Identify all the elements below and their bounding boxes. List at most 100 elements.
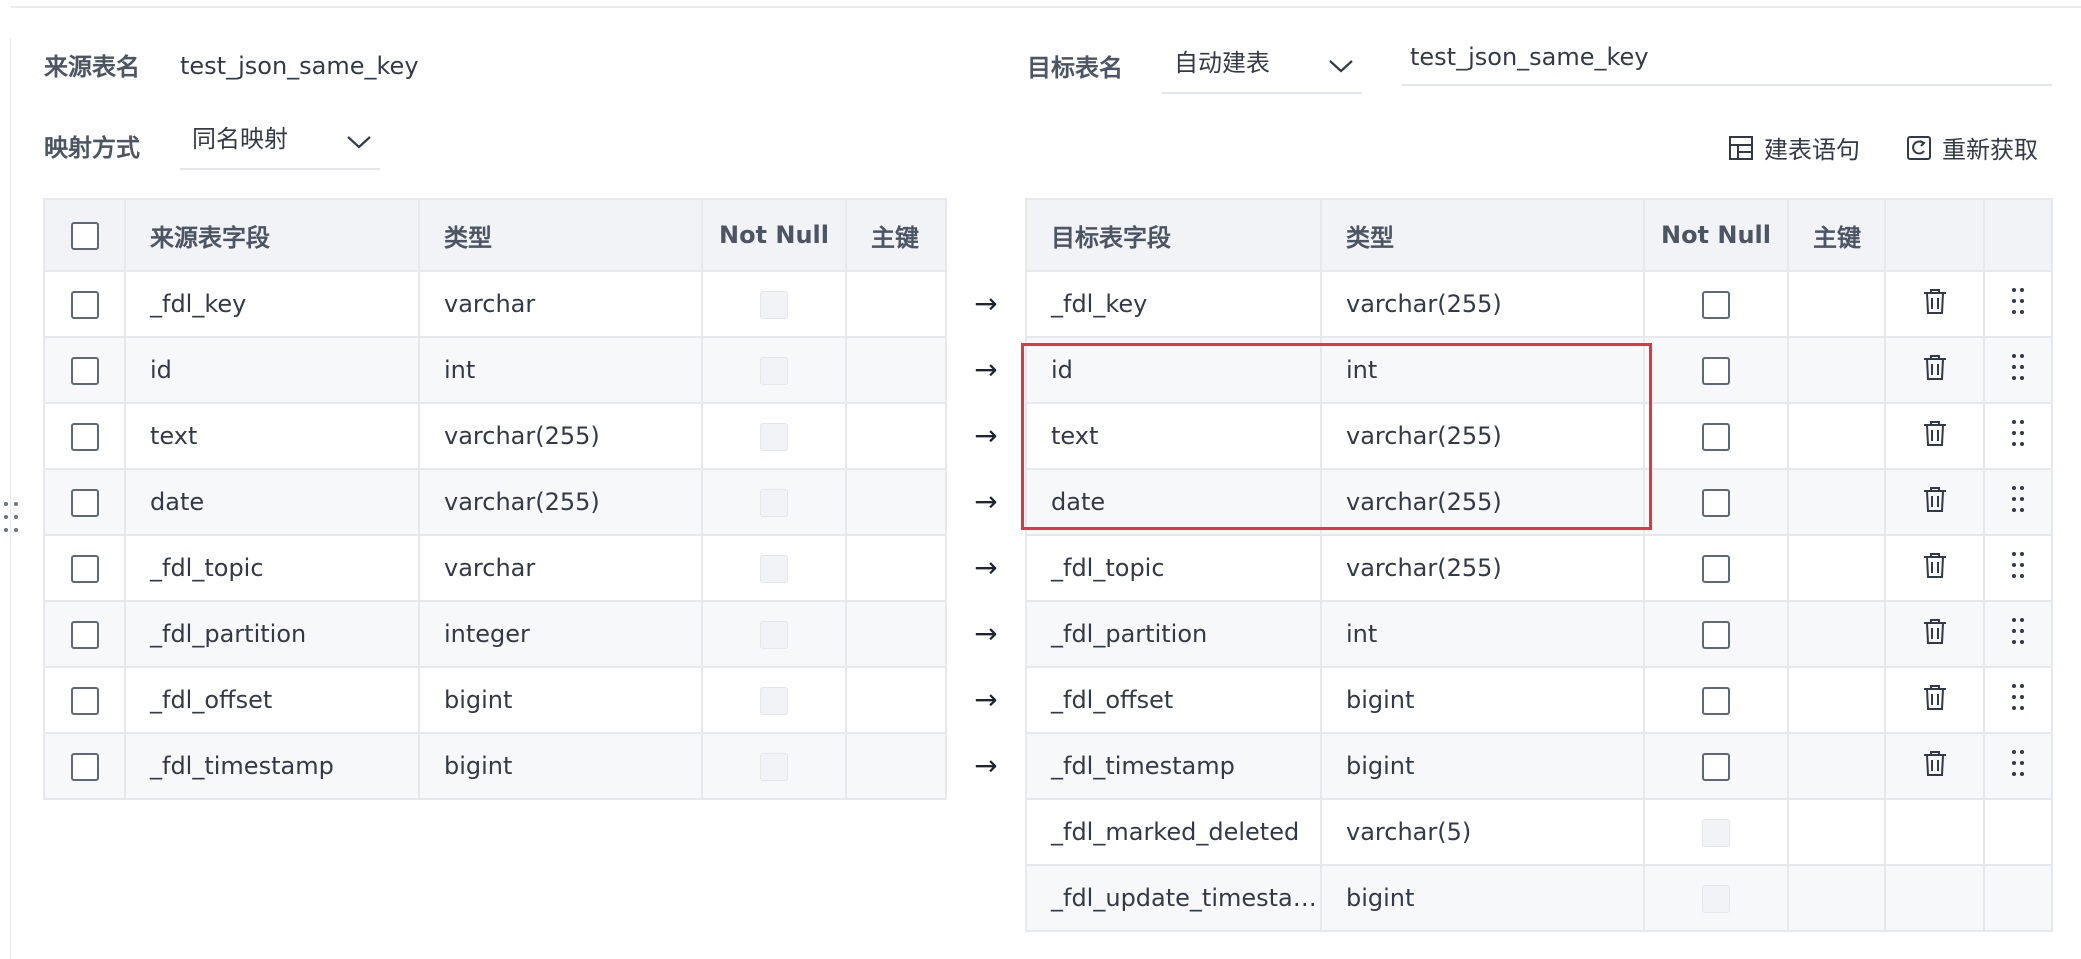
mapping-mode-select[interactable]: 同名映射 [180,116,380,170]
drag-cell [1983,732,2053,800]
select-all-cell [43,198,126,272]
pk-cell [1787,270,1886,338]
refresh-icon [1907,135,1931,160]
row-select-cell [43,270,126,338]
row-select-cell [43,468,126,536]
source-field-name: date [124,468,420,536]
target-field-type[interactable]: int [1320,600,1645,668]
row-select-checkbox[interactable] [70,290,99,319]
not-null-checkbox[interactable] [1702,422,1730,451]
source-not-null-header: Not Null [701,198,847,272]
not-null-checkbox[interactable] [1702,752,1730,781]
target-field-type: varchar(5) [1320,798,1645,866]
row-select-checkbox[interactable] [70,554,99,583]
pk-cell [845,402,947,470]
chevron-down-icon [347,136,371,149]
row-select-checkbox[interactable] [70,356,99,385]
trash-icon[interactable] [1922,751,1948,783]
target-table-name: test_json_same_key [1410,43,1649,71]
target-field-name: id [1025,336,1322,404]
target-mode-select[interactable]: 自动建表 [1162,40,1362,94]
target-field-type[interactable]: varchar(255) [1320,402,1645,470]
row-select-cell [43,534,126,602]
drag-handle-icon[interactable] [2011,486,2025,520]
mapping-arrow-icon: → [974,551,998,584]
target-field-type[interactable]: varchar(255) [1320,468,1645,536]
not-null-cell [1643,666,1789,734]
pk-cell [845,534,947,602]
trash-icon[interactable] [1922,421,1948,453]
target-field-type[interactable]: int [1320,336,1645,404]
target-field-type[interactable]: varchar(255) [1320,270,1645,338]
table-row: _fdl_partition integer [43,600,947,668]
drag-cell [1983,666,2053,734]
not-null-checkbox[interactable] [1702,488,1730,517]
resize-handle-icon[interactable] [2,500,20,534]
not-null-checkbox-disabled [1702,818,1730,847]
delete-cell [1884,534,1985,602]
not-null-cell [1643,732,1789,800]
trash-icon[interactable] [1922,289,1948,321]
trash-icon[interactable] [1922,487,1948,519]
target-field-name: _fdl_marked_deleted [1025,798,1322,866]
target-field-type: bigint [1320,864,1645,932]
drag-cell [1983,600,2053,668]
drag-handle-icon[interactable] [2011,420,2025,454]
table-row: _fdl_timestamp bigint [1025,732,2053,800]
not-null-cell [701,336,847,404]
pk-cell [845,666,947,734]
source-field-name: _fdl_key [124,270,420,338]
trash-icon[interactable] [1922,553,1948,585]
target-field-type[interactable]: varchar(255) [1320,534,1645,602]
drag-handle-icon[interactable] [2011,750,2025,784]
row-select-checkbox[interactable] [70,686,99,715]
delete-cell [1884,600,1985,668]
row-select-checkbox[interactable] [70,620,99,649]
refetch-button[interactable]: 重新获取 [1906,130,2038,165]
row-select-checkbox[interactable] [70,422,99,451]
not-null-checkbox[interactable] [1702,686,1730,715]
table-row: _fdl_timestamp bigint [43,732,947,800]
not-null-checkbox[interactable] [1702,356,1730,385]
table-row: id int [1025,336,2053,404]
row-select-cell [43,600,126,668]
table-row: _fdl_offset bigint [43,666,947,734]
not-null-checkbox-disabled [1702,884,1730,913]
drag-handle-icon[interactable] [2011,618,2025,652]
left-divider [10,38,11,959]
drag-handle-icon[interactable] [2011,684,2025,718]
trash-icon[interactable] [1922,355,1948,387]
delete-cell [1884,732,1985,800]
source-pk-header: 主键 [845,198,947,272]
trash-icon[interactable] [1922,685,1948,717]
table-row: text varchar(255) [43,402,947,470]
source-field-type: integer [418,600,703,668]
target-field-type[interactable]: bigint [1320,666,1645,734]
target-field-name: _fdl_topic [1025,534,1322,602]
not-null-checkbox[interactable] [1702,554,1730,583]
refetch-label: 重新获取 [1942,136,2038,164]
not-null-cell [1643,864,1789,932]
row-select-checkbox[interactable] [70,488,99,517]
source-field-type: varchar(255) [418,468,703,536]
table-row: _fdl_offset bigint [1025,666,2053,734]
select-all-checkbox[interactable] [70,221,99,250]
drag-handle-icon[interactable] [2011,354,2025,388]
not-null-cell [1643,270,1789,338]
trash-icon[interactable] [1922,619,1948,651]
target-field-type[interactable]: bigint [1320,732,1645,800]
source-field-type: varchar(255) [418,402,703,470]
target-table-name-input[interactable]: test_json_same_key [1402,36,2052,86]
not-null-cell [1643,798,1789,866]
not-null-cell [701,732,847,800]
create-table-statement-button[interactable]: 建表语句 [1728,130,1860,165]
table-row: _fdl_topic varchar [43,534,947,602]
not-null-checkbox[interactable] [1702,290,1730,319]
not-null-cell [1643,336,1789,404]
drag-handle-icon[interactable] [2011,552,2025,586]
mapping-arrow-icon: → [974,419,998,452]
row-select-checkbox[interactable] [70,752,99,781]
not-null-checkbox[interactable] [1702,620,1730,649]
table-row: date varchar(255) [1025,468,2053,536]
drag-handle-icon[interactable] [2011,288,2025,322]
